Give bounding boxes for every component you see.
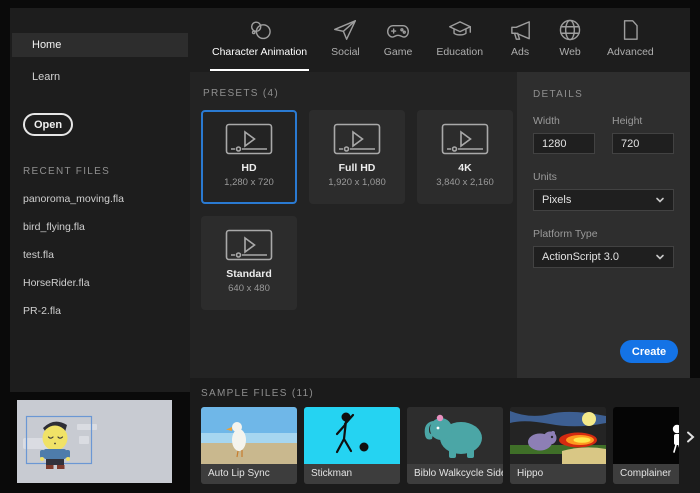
category-tabbar: Character Animation Social Game Educatio… [190, 8, 690, 72]
hippo-thumbnail-image [510, 407, 606, 464]
chevron-down-icon [655, 252, 665, 262]
preset-name: 4K [458, 162, 471, 174]
recent-file-item[interactable]: test.fla [10, 249, 190, 261]
preset-name: HD [241, 162, 256, 174]
preset-dimensions: 1,280 x 720 [224, 177, 274, 188]
preset-card-full-hd[interactable]: Full HD 1,920 x 1,080 [309, 110, 405, 204]
stickman-thumbnail-image [304, 407, 400, 464]
tab-underline [210, 69, 309, 71]
recent-file-item[interactable]: bird_flying.fla [10, 221, 190, 233]
sample-files-panel: SAMPLE FILES (11) Auto Lip Sync Stickman [190, 378, 700, 493]
units-value: Pixels [542, 194, 571, 206]
document-icon [617, 17, 643, 43]
preset-dimensions: 1,920 x 1,080 [328, 177, 386, 188]
sample-complainer[interactable]: Complainer [613, 407, 679, 484]
recent-file-item[interactable]: HorseRider.fla [10, 277, 190, 289]
details-header: DETAILS [533, 89, 674, 100]
platform-type-select[interactable]: ActionScript 3.0 [533, 246, 674, 268]
sidebar: Home Learn Open RECENT FILES panoroma_mo… [10, 8, 190, 392]
tab-label: Education [436, 46, 483, 58]
sample-label: Biblo Walkcycle Side [407, 464, 503, 484]
preset-card-standard[interactable]: Standard 640 x 480 [201, 216, 297, 310]
tab-label: Game [384, 46, 413, 58]
platform-type-value: ActionScript 3.0 [542, 251, 619, 263]
video-player-icon [225, 123, 273, 157]
preset-name: Full HD [339, 162, 376, 174]
video-player-icon [333, 123, 381, 157]
tab-label: Web [559, 46, 580, 58]
recent-file-preview [17, 400, 172, 483]
tab-label: Social [331, 46, 360, 58]
tab-education[interactable]: Education [424, 8, 495, 72]
globe-icon [557, 17, 583, 43]
height-label: Height [612, 115, 674, 127]
platform-type-label: Platform Type [533, 228, 674, 240]
sample-hippo[interactable]: Hippo [510, 407, 606, 484]
tab-advanced[interactable]: Advanced [595, 8, 666, 72]
open-button[interactable]: Open [23, 113, 73, 136]
complainer-thumbnail-image [613, 407, 679, 464]
create-button[interactable]: Create [620, 340, 678, 363]
auto-lip-sync-thumbnail-image [201, 407, 297, 464]
tab-ads[interactable]: Ads [495, 8, 545, 72]
sample-label: Complainer [613, 464, 679, 484]
sample-label: Auto Lip Sync [201, 464, 297, 484]
tab-game[interactable]: Game [372, 8, 425, 72]
sample-files-header: SAMPLE FILES (11) [190, 378, 700, 399]
tab-label: Ads [511, 46, 529, 58]
recent-file-item[interactable]: panoroma_moving.fla [10, 193, 190, 205]
tab-label: Character Animation [212, 46, 307, 58]
megaphone-icon [507, 17, 533, 43]
tab-web[interactable]: Web [545, 8, 595, 72]
preset-card-hd[interactable]: HD 1,280 x 720 [201, 110, 297, 204]
height-field[interactable] [612, 133, 674, 154]
preview-character-image [17, 400, 172, 483]
chevron-right-icon[interactable] [683, 430, 697, 444]
presets-panel: PRESETS (4) HD 1,280 x 720 Full HD 1,920… [190, 72, 517, 378]
units-label: Units [533, 171, 674, 183]
tab-social[interactable]: Social [319, 8, 372, 72]
tab-character-animation[interactable]: Character Animation [200, 8, 319, 72]
preset-dimensions: 3,840 x 2,160 [436, 177, 494, 188]
graduation-cap-icon [447, 17, 473, 43]
sample-thumbnails: Auto Lip Sync Stickman Biblo W [190, 399, 679, 484]
tab-label: Advanced [607, 46, 654, 58]
details-panel: DETAILS Width Height Units Pixels Platfo… [517, 72, 690, 378]
gamepad-icon [385, 17, 411, 43]
recent-files-header: RECENT FILES [23, 166, 190, 177]
sample-label: Stickman [304, 464, 400, 484]
units-select[interactable]: Pixels [533, 189, 674, 211]
preset-name: Standard [226, 268, 272, 280]
preset-cards: HD 1,280 x 720 Full HD 1,920 x 1,080 4K … [190, 99, 517, 310]
character-animation-icon [247, 17, 273, 43]
sample-label: Hippo [510, 464, 606, 484]
biblo-thumbnail-image [407, 407, 503, 464]
sample-biblo-walkcycle-side[interactable]: Biblo Walkcycle Side [407, 407, 503, 484]
recent-file-item[interactable]: PR-2.fla [10, 305, 190, 317]
presets-header: PRESETS (4) [190, 72, 517, 99]
video-player-icon [441, 123, 489, 157]
sample-stickman[interactable]: Stickman [304, 407, 400, 484]
sample-auto-lip-sync[interactable]: Auto Lip Sync [201, 407, 297, 484]
video-player-icon [225, 229, 273, 263]
chevron-down-icon [655, 195, 665, 205]
preset-card-4k[interactable]: 4K 3,840 x 2,160 [417, 110, 513, 204]
paper-plane-icon [332, 17, 358, 43]
sidebar-item-learn[interactable]: Learn [10, 65, 190, 89]
sidebar-item-home[interactable]: Home [12, 33, 188, 57]
width-label: Width [533, 115, 595, 127]
width-field[interactable] [533, 133, 595, 154]
preset-dimensions: 640 x 480 [228, 283, 270, 294]
